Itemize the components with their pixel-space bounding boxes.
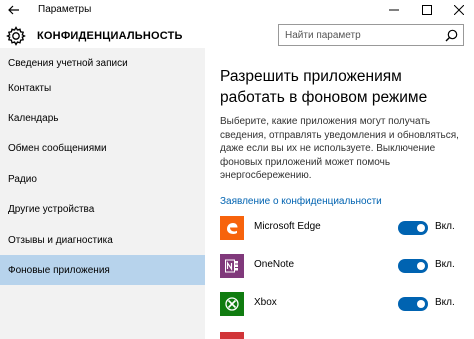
toggle-state-label: Вкл. [435,297,455,308]
search-input[interactable] [285,28,435,42]
search-icon[interactable] [445,29,458,42]
window-title: Параметры [38,4,92,15]
sidebar-item-label: Контакты [8,82,52,94]
sidebar-item-label: Другие устройства [8,203,95,215]
maximize-button[interactable] [411,0,443,20]
app-row-xbox: Xbox Вкл. [220,292,470,316]
sidebar-item-background-apps[interactable]: Фоновые приложения [0,255,205,285]
sidebar-item-other-devices[interactable]: Другие устройства [0,194,205,224]
toggle-knob [417,262,425,270]
back-button[interactable] [2,0,26,20]
sidebar-item-calendar[interactable]: Календарь [0,103,205,133]
app-name: Xbox [254,297,277,308]
main-description: Выберите, какие приложения могут получат… [220,116,459,181]
close-button[interactable] [443,0,474,20]
minimize-button[interactable] [378,0,410,20]
sidebar-item-feedback[interactable]: Отзывы и диагностика [0,225,205,255]
title-bar: Параметры [0,0,474,20]
sidebar-item-label: Фоновые приложения [8,264,110,276]
search-box[interactable] [278,24,464,46]
onenote-icon [220,254,244,278]
toggle-knob [417,300,425,308]
minimize-icon [389,9,399,11]
maximize-icon [422,5,432,15]
sidebar-item-radios[interactable]: Радио [0,164,205,194]
page-title: КОНФИДЕНЦИАЛЬНОСТЬ [37,30,183,42]
sidebar-item-label: Сведения учетной записи [8,57,128,69]
gear-icon [6,26,26,46]
sidebar-item-messaging[interactable]: Обмен сообщениями [0,133,205,163]
app-name: OneNote [254,259,295,270]
app-name: Microsoft Edge [254,221,321,232]
close-icon [454,5,464,15]
sidebar-item-label: Обмен сообщениями [8,142,107,154]
sidebar-item-label: Календарь [8,112,59,124]
sidebar-item-label: Радио [8,173,37,185]
edge-background-toggle[interactable] [398,221,428,235]
app-row-edge: Microsoft Edge Вкл. [220,216,470,240]
xbox-icon [220,292,244,316]
sidebar-item-contacts[interactable]: Контакты [0,73,205,103]
app-row-onenote: OneNote Вкл. [220,254,470,278]
app-icon-partial [220,332,244,339]
privacy-statement-link[interactable]: Заявление о конфиденциальности [220,196,382,207]
edge-icon [220,216,244,240]
toggle-state-label: Вкл. [435,221,455,232]
main-content: Разрешить приложениям работать в фоновом… [205,52,474,339]
back-arrow-icon [8,5,19,15]
xbox-background-toggle[interactable] [398,297,428,311]
toggle-state-label: Вкл. [435,259,455,270]
sidebar-item-label: Отзывы и диагностика [8,234,113,246]
onenote-background-toggle[interactable] [398,259,428,273]
sidebar: Сведения учетной записи Контакты Календа… [0,48,205,339]
toggle-knob [417,224,425,232]
app-row-partial [220,332,470,339]
main-heading: Разрешить приложениям работать в фоновом… [220,68,428,106]
